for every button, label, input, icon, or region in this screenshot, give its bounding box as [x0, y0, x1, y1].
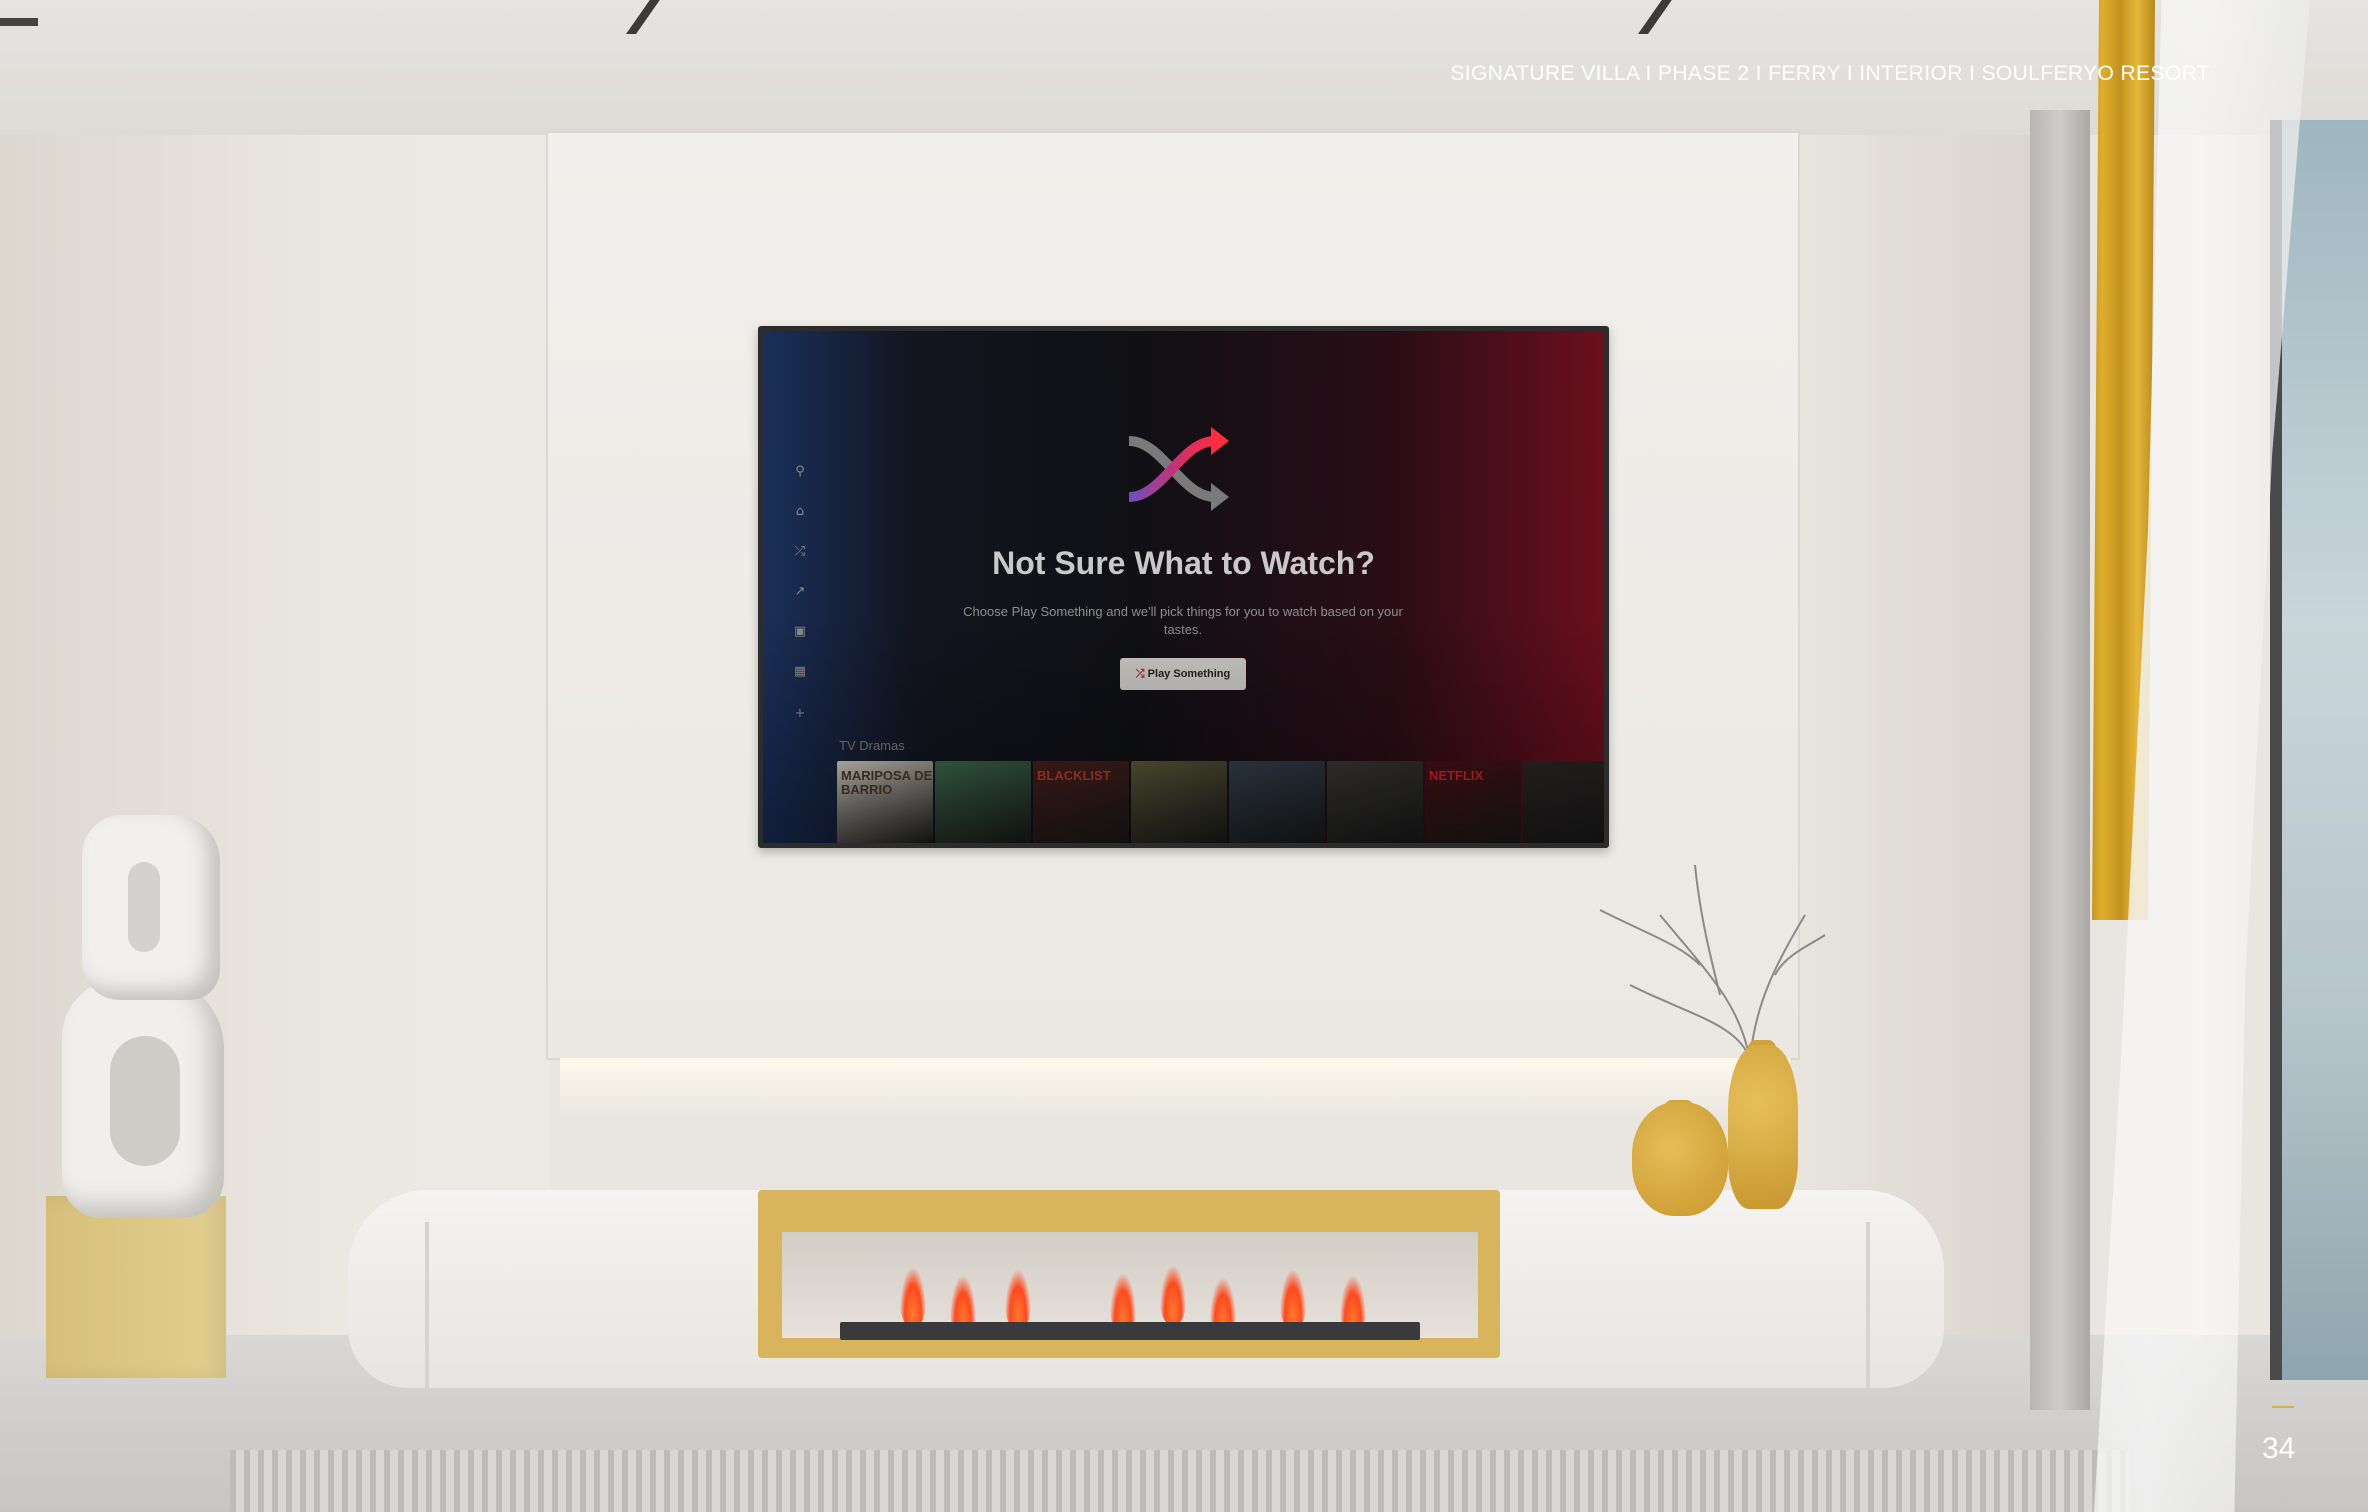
play-something-button[interactable]: ⤮ Play Something — [1120, 658, 1246, 690]
title-thumbnail[interactable] — [935, 761, 1031, 843]
row-label: TV Dramas — [839, 738, 905, 753]
shuffle-icon: ⤮ — [794, 544, 806, 559]
flame — [1280, 1270, 1306, 1328]
tv-screen: ⚲ ⌂ ⤮ ↗ ▣ ▦ + Not Sure What to Watch? Ch… — [763, 331, 1604, 843]
tv-title: Not Sure What to Watch? — [992, 545, 1375, 581]
gold-vase-tall — [1728, 1045, 1798, 1209]
title-thumbnail[interactable] — [1327, 761, 1423, 843]
flame — [900, 1268, 926, 1326]
search-icon: ⚲ — [795, 464, 805, 479]
decorative-branch — [1599, 864, 1826, 1061]
wall-tv: ⚲ ⌂ ⤮ ↗ ▣ ▦ + Not Sure What to Watch? Ch… — [758, 326, 1609, 848]
tv-icon: ▣ — [793, 624, 807, 639]
grey-curtain — [2030, 110, 2090, 1410]
gold-vase-small — [1632, 1102, 1728, 1216]
title-thumbnail[interactable] — [1523, 761, 1604, 843]
shuffle-icon: ⤮ — [1135, 668, 1145, 680]
play-button-label: Play Something — [1147, 668, 1231, 680]
title-thumbnail[interactable]: MARIPOSA DE BARRIO — [837, 761, 933, 843]
gold-pedestal — [46, 1196, 226, 1378]
flame — [1160, 1266, 1186, 1324]
flame — [1005, 1270, 1031, 1328]
page-number: 34 — [2262, 1432, 2296, 1465]
slide-header: SIGNATURE VILLA I PHASE 2 I FERRY I INTE… — [1450, 62, 2210, 85]
title-thumbnail[interactable] — [1131, 761, 1227, 843]
movie-icon: ▦ — [793, 664, 807, 679]
title-thumbnail[interactable]: NETFLIX — [1425, 761, 1521, 843]
page-accent-line — [2272, 1406, 2294, 1408]
title-thumbnail[interactable] — [1229, 761, 1325, 843]
home-icon: ⌂ — [795, 504, 805, 519]
fire-burner — [840, 1322, 1420, 1340]
console-seam — [425, 1222, 429, 1388]
striped-rug — [230, 1450, 2130, 1512]
ceiling-vent — [0, 18, 38, 26]
sculpture-opening — [128, 862, 160, 952]
led-strip-glow — [560, 1058, 1790, 1118]
shuffle-logo-icon — [1128, 427, 1229, 511]
plus-icon: + — [794, 706, 806, 721]
tv-subtitle: Choose Play Something and we'll pick thi… — [963, 604, 1403, 637]
window — [2270, 120, 2368, 1380]
title-thumbnail[interactable]: BLACKLIST — [1033, 761, 1129, 843]
wall-right — [1795, 135, 2055, 1345]
console-seam — [1866, 1222, 1870, 1388]
sculpture-opening — [110, 1036, 180, 1166]
trending-icon: ↗ — [794, 584, 806, 599]
